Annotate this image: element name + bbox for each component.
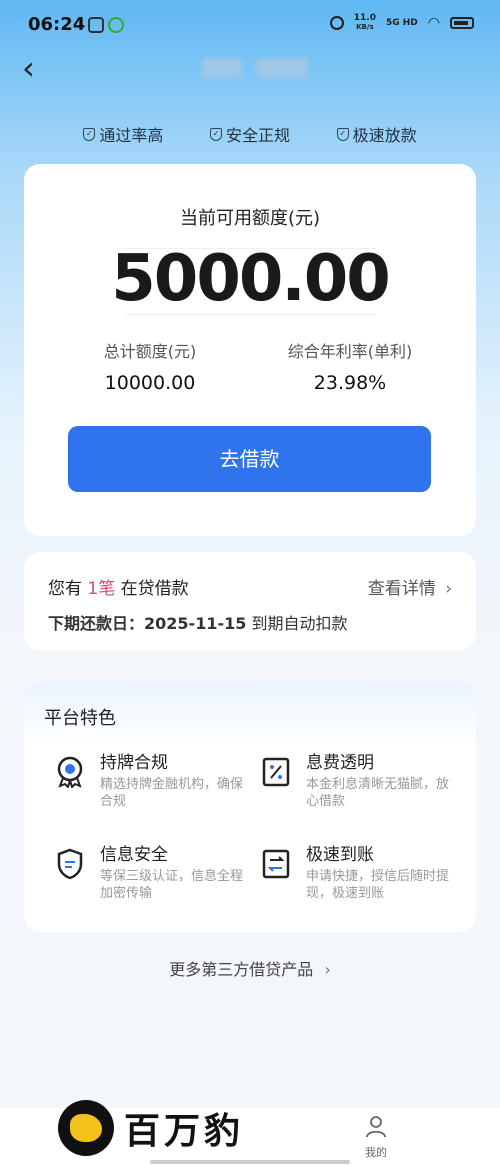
net-speed-value: 11.0 — [353, 13, 376, 23]
alarm-icon — [329, 16, 344, 30]
loan-suffix: 在贷借款 — [115, 579, 189, 599]
more-products-label: 更多第三方借贷产品 — [169, 960, 314, 979]
available-quota-amount: 5000.00 — [111, 242, 391, 316]
feature-name: 息费透明 — [306, 753, 374, 773]
tab-me-label: 我的 — [365, 1146, 387, 1159]
shield-check-icon: ✓ — [209, 127, 222, 141]
total-quota-value: 10000.00 — [104, 372, 196, 394]
blurred-title — [202, 58, 242, 78]
tab-me[interactable]: 我的 — [356, 1114, 396, 1160]
percent-icon — [260, 756, 292, 788]
trust-badges: ✓ 通过率高 ✓ 安全正规 ✓ 极速放款 — [0, 122, 500, 146]
battery-icon — [450, 17, 474, 29]
network-type: 5G HD — [385, 17, 418, 28]
feature-name: 信息安全 — [100, 845, 168, 865]
feature-desc: 精选持牌金融机构，确保合规 — [100, 777, 244, 809]
shield-icon — [54, 848, 86, 880]
quota-card: 当前可用额度(元) 5000.00 总计额度(元) 10000.00 综合年利率… — [24, 164, 476, 536]
available-quota-label: 当前可用额度(元) — [179, 208, 321, 229]
annual-rate-value: 23.98% — [313, 372, 387, 394]
status-bar: 06:24 11.0 KB/s 5G HD ◠ — [0, 0, 500, 52]
next-repayment-label: 下期还款日： — [48, 614, 145, 633]
badge-pass-rate: ✓ 通过率高 — [83, 122, 163, 146]
annual-rate: 综合年利率(单利) 23.98% — [250, 338, 450, 394]
feature-desc: 本金利息清晰无猫腻，放心借款 — [306, 777, 450, 809]
view-details-label: 查看详情 — [367, 579, 436, 599]
platform-features-card: 平台特色 持牌合规 精选持牌金融机构，确保合规 息费透明 本金利息清晰无猫腻，放… — [24, 682, 476, 932]
view-details-link[interactable]: 查看详情 › — [368, 574, 452, 599]
borrow-button[interactable]: 去借款 — [68, 426, 431, 492]
shield-check-icon: ✓ — [336, 127, 349, 141]
person-icon — [366, 1116, 386, 1138]
leopard-logo-icon — [58, 1100, 114, 1156]
feature-name: 极速到账 — [306, 845, 374, 865]
loan-status-card[interactable]: 您有 1笔 在贷借款 查看详情 › 下期还款日：2025-11-15 到期自动扣… — [24, 552, 476, 650]
loan-count: 1笔 — [87, 579, 116, 599]
timer-app-icon — [108, 17, 124, 33]
features-title: 平台特色 — [44, 708, 116, 729]
feature-name: 持牌合规 — [100, 753, 168, 773]
transfer-icon — [260, 848, 292, 880]
total-quota-label: 总计额度(元) — [103, 342, 197, 361]
home-indicator — [150, 1160, 350, 1164]
back-arrow-icon[interactable]: ‹ — [22, 52, 35, 84]
brand-logo: 百万豹 — [58, 1100, 244, 1156]
wifi-icon: ◠ — [427, 15, 440, 31]
shield-check-icon: ✓ — [83, 127, 96, 141]
app-notification-icon — [88, 17, 104, 33]
brand-name: 百万豹 — [124, 1110, 245, 1152]
badge-label: 安全正规 — [225, 126, 290, 145]
next-repayment-note: 到期自动扣款 — [246, 614, 348, 633]
total-quota: 总计额度(元) 10000.00 — [50, 338, 250, 394]
badge-fast: ✓ 极速放款 — [336, 122, 417, 146]
badge-label: 通过率高 — [99, 126, 164, 145]
medal-icon — [54, 756, 86, 788]
status-time: 06:24 — [28, 14, 86, 35]
badge-safe: ✓ 安全正规 — [209, 122, 290, 146]
more-products-link[interactable]: 更多第三方借贷产品 › — [0, 956, 500, 980]
annual-rate-label: 综合年利率(单利) — [287, 342, 413, 361]
net-speed: 11.0 KB/s — [354, 14, 376, 32]
feature-desc: 申请快捷，授信后随时提现，极速到账 — [306, 869, 450, 901]
next-repayment-date: 2025-11-15 — [144, 614, 247, 633]
feature-desc: 等保三级认证，信息全程加密传输 — [100, 869, 244, 901]
blurred-title — [256, 58, 308, 78]
loan-count-line: 您有 1笔 在贷借款 — [48, 574, 189, 599]
chevron-right-icon: › — [324, 960, 331, 979]
divider — [124, 314, 376, 315]
chevron-right-icon: › — [445, 579, 452, 599]
nav-bar: ‹ — [0, 48, 500, 88]
loan-prefix: 您有 — [48, 579, 88, 599]
badge-label: 极速放款 — [352, 126, 417, 145]
net-speed-unit: KB/s — [356, 23, 374, 31]
next-repayment-line: 下期还款日：2025-11-15 到期自动扣款 — [48, 610, 347, 634]
